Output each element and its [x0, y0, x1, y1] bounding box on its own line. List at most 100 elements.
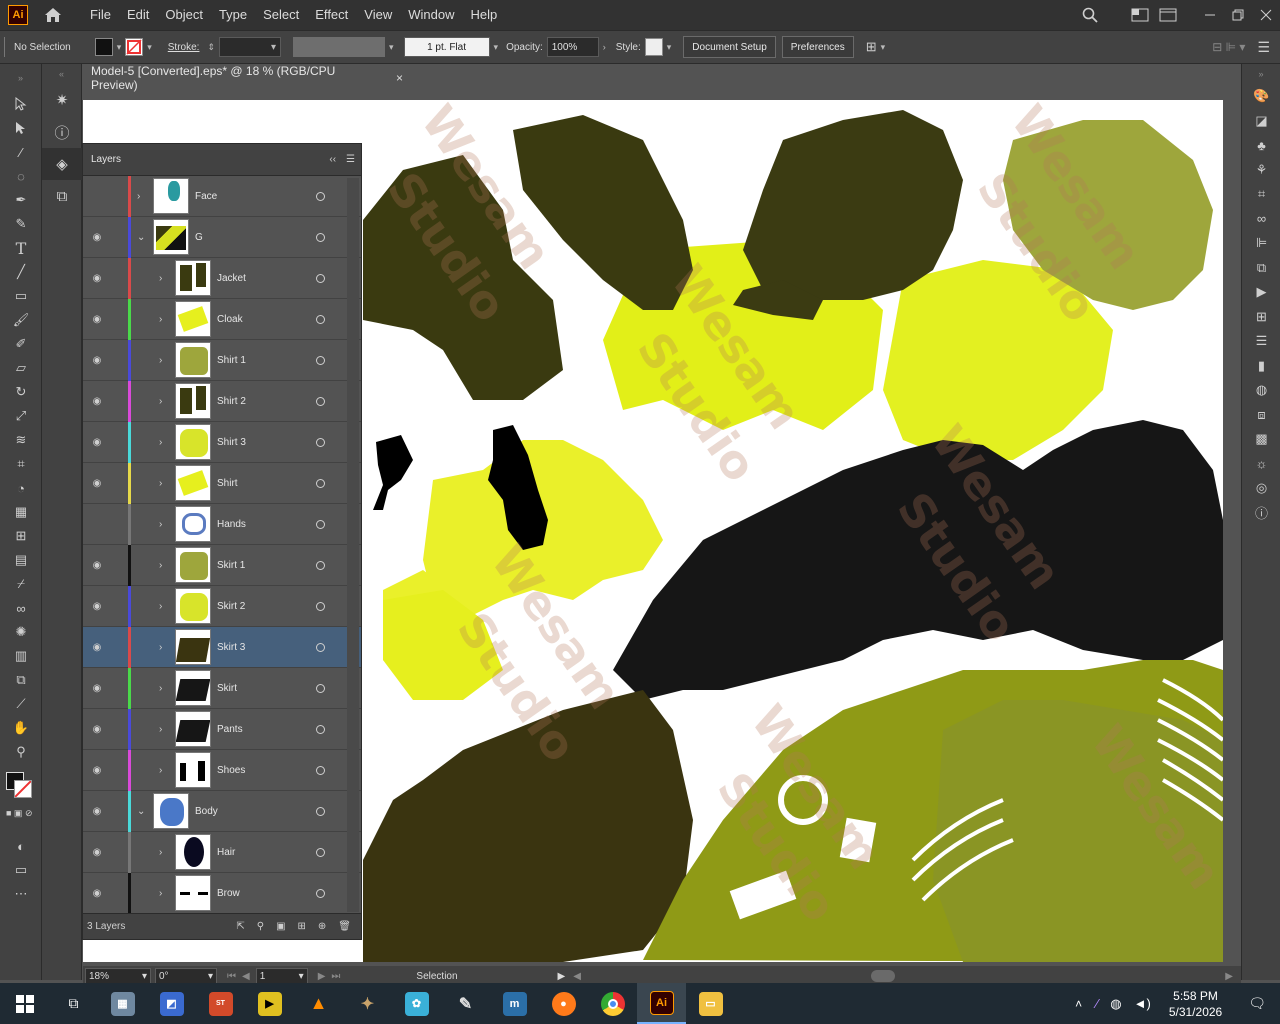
menu-window[interactable]: Window	[400, 0, 462, 30]
color-panel-icon[interactable]: 🎨	[1242, 84, 1280, 109]
stroke-dropdown-icon[interactable]: ▾	[147, 42, 152, 53]
workspace-icon[interactable]	[1154, 0, 1182, 30]
layer-row-hands[interactable]: › Hands	[83, 503, 361, 545]
layer-target-icon[interactable]	[316, 765, 325, 775]
app-paint-icon[interactable]: ✎	[441, 983, 490, 1024]
restore-icon[interactable]	[1224, 0, 1252, 30]
scroll-right-icon[interactable]: ▶	[1225, 971, 1233, 982]
app-studio-icon[interactable]: ST	[196, 983, 245, 1024]
magic-wand-tool-icon[interactable]: ⁄	[0, 140, 42, 164]
last-artboard-icon[interactable]: ⏭	[331, 971, 340, 982]
panel-menu-icon[interactable]: ☰	[1257, 39, 1270, 56]
pen-tool-icon[interactable]: ✒	[0, 188, 42, 212]
menu-effect[interactable]: Effect	[307, 0, 356, 30]
panel-menu-icon[interactable]: ☰	[346, 154, 355, 165]
visibility-eye-icon[interactable]: ◉	[87, 847, 107, 858]
layer-row-brow[interactable]: ◉ › Brow	[83, 872, 361, 914]
layer-name[interactable]: Pants	[217, 724, 243, 735]
layer-target-icon[interactable]	[316, 314, 325, 324]
layer-row-shirt-2[interactable]: ◉ › Shirt 2	[83, 380, 361, 422]
menu-file[interactable]: File	[82, 0, 119, 30]
app-store-icon[interactable]: m	[490, 983, 539, 1024]
transparency-icon[interactable]: ◍	[1242, 378, 1280, 403]
locate-object-icon[interactable]: ⚲	[257, 921, 264, 932]
expand-arrow-icon[interactable]: ›	[159, 560, 169, 571]
visibility-eye-icon[interactable]: ◉	[87, 273, 107, 284]
expand-arrow-icon[interactable]: ›	[159, 519, 169, 530]
layer-name[interactable]: Shirt 2	[217, 396, 246, 407]
opacity-field[interactable]: 100%	[546, 37, 599, 57]
column-graph-tool-icon[interactable]: ▥	[0, 644, 42, 668]
shaper-tool-icon[interactable]: ✐	[0, 332, 42, 356]
appearance-icon[interactable]: ⧈	[1242, 403, 1280, 428]
layer-target-icon[interactable]	[316, 519, 325, 529]
layer-row-shirt[interactable]: ◉ › Shirt	[83, 462, 361, 504]
visibility-eye-icon[interactable]: ◉	[87, 642, 107, 653]
layer-name[interactable]: Skirt 1	[217, 560, 245, 571]
layers-scrollbar[interactable]	[347, 178, 359, 912]
rotate-tool-icon[interactable]: ↻	[0, 380, 42, 404]
artboard-field[interactable]: 1 ▾	[255, 968, 308, 984]
artboards-panel-icon[interactable]: ⧉	[42, 180, 82, 212]
collapse-arrow-icon[interactable]: ⌄	[137, 232, 147, 243]
menu-select[interactable]: Select	[255, 0, 307, 30]
layer-row-cloak[interactable]: ◉ › Cloak	[83, 298, 361, 340]
firefox-icon[interactable]: ●	[539, 983, 588, 1024]
visibility-eye-icon[interactable]: ◉	[87, 396, 107, 407]
edit-toolbar-icon[interactable]: ⋯	[0, 882, 42, 906]
app-player-icon[interactable]: ▶	[245, 983, 294, 1024]
layer-target-icon[interactable]	[316, 478, 325, 488]
layer-name[interactable]: Shirt	[217, 478, 238, 489]
curvature-tool-icon[interactable]: ✎	[0, 212, 42, 236]
arrange-documents-icon[interactable]	[1126, 0, 1154, 30]
layer-row-face[interactable]: › Face	[83, 175, 361, 217]
layer-target-icon[interactable]	[316, 191, 325, 201]
document-info-icon[interactable]: ⓘ	[1242, 501, 1280, 526]
layer-target-icon[interactable]	[316, 642, 325, 652]
visibility-eye-icon[interactable]: ◉	[87, 355, 107, 366]
toolbar-collapse-icon[interactable]: »	[0, 64, 41, 92]
layer-target-icon[interactable]	[316, 437, 325, 447]
color-mode-icons[interactable]: ■ ▣ ⊘	[6, 808, 32, 819]
file-explorer-icon[interactable]: ▭	[686, 983, 735, 1024]
stroke-weight-stepper[interactable]: ⇕	[207, 42, 215, 53]
layer-name[interactable]: Cloak	[217, 314, 243, 325]
layer-name[interactable]: G	[195, 232, 203, 243]
layer-name[interactable]: Shoes	[217, 765, 245, 776]
stroke-color-box[interactable]	[14, 780, 32, 798]
illustrator-taskbar-icon[interactable]: Ai	[637, 983, 686, 1024]
image-trace-icon[interactable]: ☼	[1242, 452, 1280, 477]
symbols-icon[interactable]: ⌗	[1242, 182, 1280, 207]
eyedropper-tool-icon[interactable]: ⌿	[0, 572, 42, 596]
free-transform-tool-icon[interactable]: ⌗	[0, 452, 42, 476]
system-clock[interactable]: 5:58 PM 5/31/2026	[1169, 988, 1222, 1020]
gradient-panel-icon[interactable]: ▮	[1242, 354, 1280, 379]
rectangle-tool-icon[interactable]: ▭	[0, 284, 42, 308]
layer-row-skirt-3[interactable]: ◉ › Skirt 3	[83, 626, 361, 668]
pen-icon[interactable]: ⁄	[1096, 996, 1098, 1011]
blend-tool-icon[interactable]: ∞	[0, 596, 42, 620]
transform-icon[interactable]: ⊞	[1242, 305, 1280, 330]
warp-tool-icon[interactable]: ≋	[0, 428, 42, 452]
collapse-arrow-icon[interactable]: ⌄	[137, 806, 147, 817]
links-icon[interactable]: ∞	[1242, 207, 1280, 232]
expand-arrow-icon[interactable]: ›	[159, 355, 169, 366]
eraser-tool-icon[interactable]: ▱	[0, 356, 42, 380]
expand-arrow-icon[interactable]: ›	[159, 396, 169, 407]
screen-mode-icon[interactable]: ▭	[0, 858, 42, 882]
scroll-left-icon[interactable]: ◀	[573, 971, 581, 982]
visibility-eye-icon[interactable]: ◉	[87, 437, 107, 448]
variable-width-profile[interactable]	[293, 37, 385, 57]
slice-tool-icon[interactable]: ⟋	[0, 692, 42, 716]
layer-target-icon[interactable]	[316, 724, 325, 734]
expand-arrow-icon[interactable]: ›	[159, 437, 169, 448]
document-tab[interactable]: Model-5 [Converted].eps* @ 18 % (RGB/CPU…	[83, 64, 403, 92]
layer-target-icon[interactable]	[316, 355, 325, 365]
layer-target-icon[interactable]	[316, 888, 325, 898]
layer-target-icon[interactable]	[316, 806, 325, 816]
expand-arrow-icon[interactable]: ›	[159, 765, 169, 776]
stroke-label[interactable]: Stroke:	[168, 42, 200, 53]
visibility-eye-icon[interactable]: ◉	[87, 888, 107, 899]
create-sublayer-icon[interactable]: ⊞	[298, 921, 306, 932]
lasso-tool-icon[interactable]: ◌	[0, 164, 42, 188]
